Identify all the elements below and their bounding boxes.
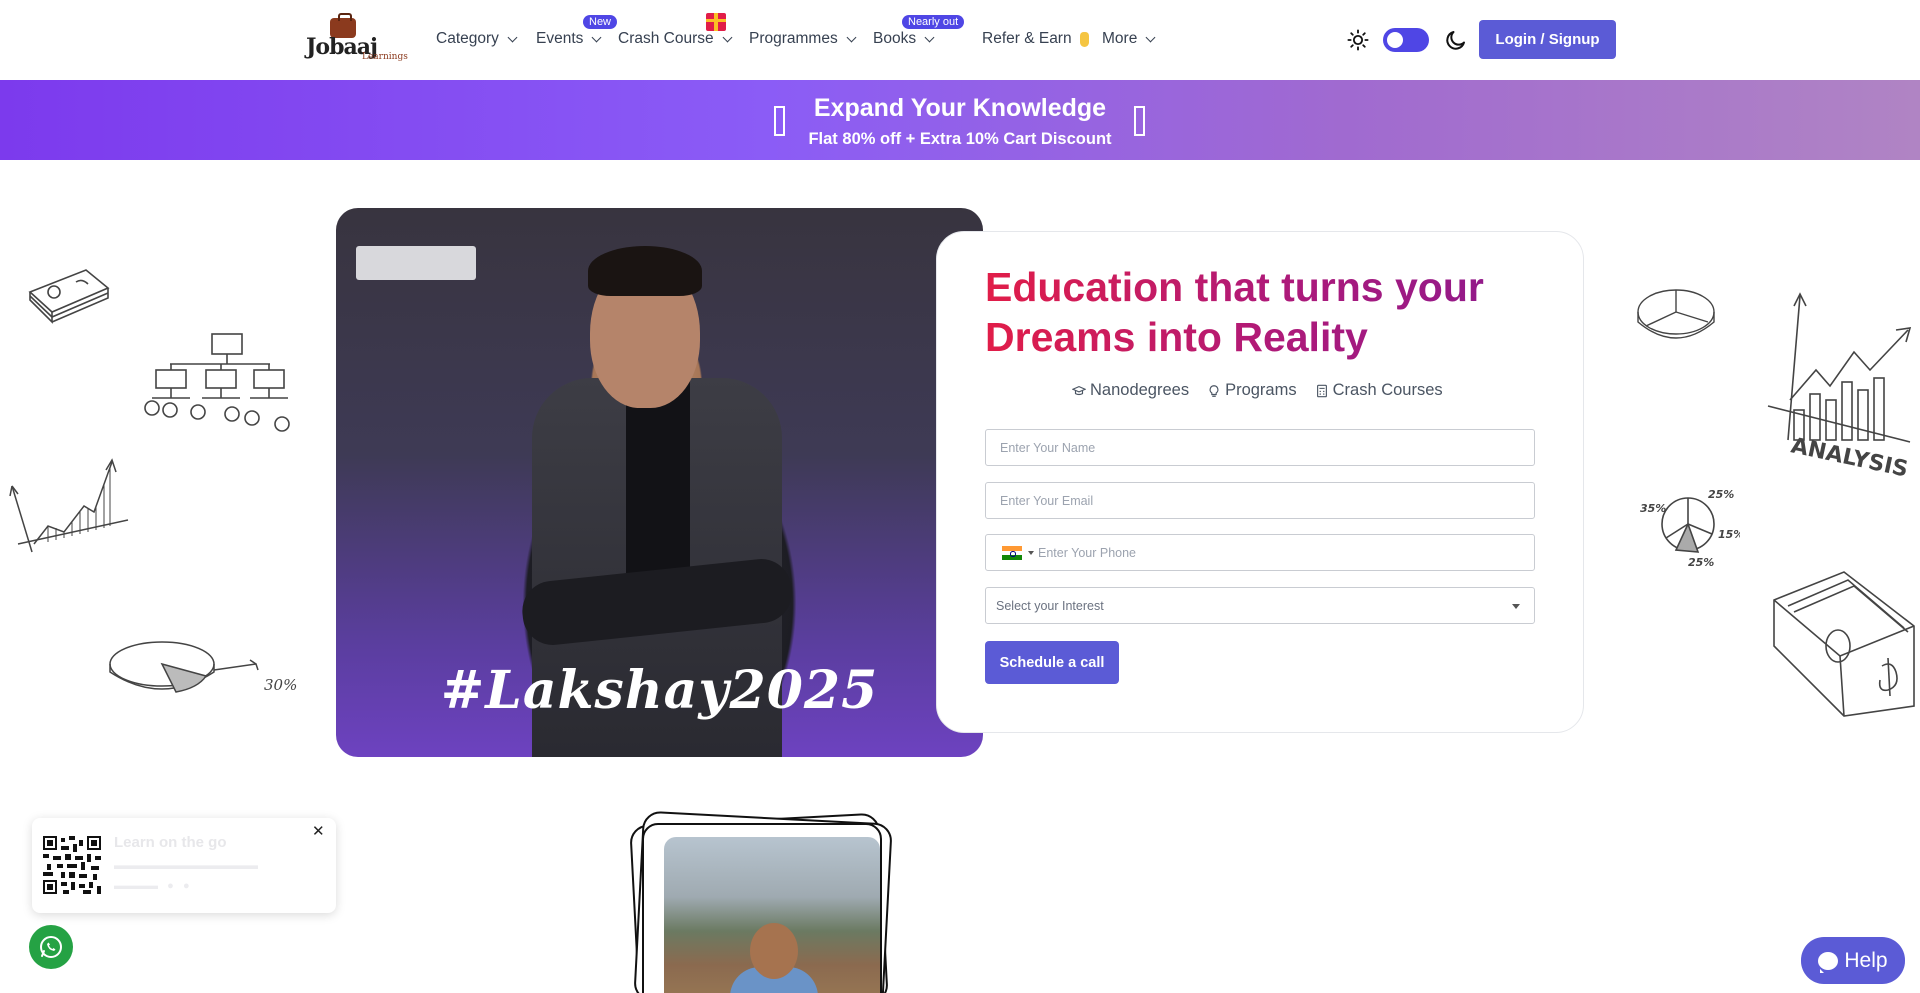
- help-button[interactable]: Help: [1801, 937, 1905, 984]
- chevron-down-icon: [507, 32, 518, 42]
- air-conditioner: [356, 246, 476, 280]
- student-photo: [664, 837, 880, 993]
- chevron-down-icon: [1512, 604, 1520, 609]
- gift-icon: [706, 13, 726, 31]
- org-chart-icon: [144, 333, 290, 432]
- person-hair: [588, 246, 702, 296]
- banner-title: Expand Your Knowledge: [813, 94, 1107, 122]
- pie-label-right: 15%: [1718, 528, 1740, 541]
- chevron-down-icon: [846, 32, 857, 42]
- offering-nanodegrees: Nanodegrees: [1072, 381, 1189, 400]
- phone-field[interactable]: [1038, 536, 1528, 569]
- chevron-down-icon: [1145, 32, 1156, 42]
- app-download-popup: Learn on the go ▬▬▬▬▬▬▬▬▬▬▬▬ ▬▬▬▬ ● ● ✕: [32, 818, 336, 913]
- nav-programmes[interactable]: Programmes: [749, 30, 857, 48]
- whatsapp-button[interactable]: [29, 925, 73, 969]
- student-face: [750, 923, 798, 979]
- phone-field-group: [985, 534, 1535, 571]
- chevron-down-icon: [924, 32, 935, 42]
- app-promo-title: Learn on the go: [114, 834, 227, 851]
- offering-programs: Programs: [1207, 381, 1297, 400]
- email-field[interactable]: [985, 482, 1535, 519]
- nav-category[interactable]: Category: [436, 30, 518, 48]
- calculator-icon: [1316, 384, 1327, 397]
- theme-toggle[interactable]: [1383, 28, 1429, 52]
- whatsapp-icon: [40, 936, 62, 958]
- country-caret-icon[interactable]: [1028, 551, 1034, 555]
- analysis-chart-icon: ANALYSIS: [1767, 292, 1912, 480]
- testimonial-photo-stack: [628, 810, 894, 993]
- toggle-knob: [1387, 32, 1403, 48]
- graduation-cap-icon: [1072, 385, 1086, 395]
- moon-icon[interactable]: [1444, 28, 1468, 52]
- pie-label-left: 35%: [1640, 502, 1666, 515]
- chevron-down-icon: [591, 32, 602, 42]
- growth-chart-icon: [9, 458, 129, 553]
- nav-events[interactable]: Events: [536, 30, 602, 48]
- offering-crash-courses: Crash Courses: [1315, 381, 1443, 400]
- wallet-icon: [1773, 571, 1915, 717]
- banner-next-icon[interactable]: [1134, 106, 1145, 136]
- hand-icon: [1079, 31, 1089, 47]
- close-icon[interactable]: ✕: [312, 822, 325, 840]
- pie-label-top: 25%: [1708, 488, 1734, 501]
- jobaaj-logo[interactable]: Jobaaj Learnings: [306, 13, 408, 64]
- nearly-out-badge: Nearly out: [902, 15, 965, 29]
- india-flag-icon[interactable]: [1002, 546, 1022, 560]
- lightbulb-icon: [1209, 384, 1219, 397]
- chat-bubble-icon: [1818, 951, 1839, 973]
- login-signup-button[interactable]: Login / Signup: [1479, 20, 1616, 59]
- thirty-percent-label: 30%: [264, 676, 297, 694]
- offerings-row: Nanodegrees Programs Crash Courses: [1072, 381, 1443, 400]
- hero-image: #Lakshay2025: [336, 208, 983, 757]
- new-badge: New: [583, 15, 618, 29]
- pie-30-percent-icon: 30%: [109, 641, 297, 694]
- app-promo-subtitle: ▬▬▬▬▬▬▬▬▬▬▬▬: [114, 858, 258, 872]
- qr-code-icon: [43, 836, 101, 894]
- app-store-links[interactable]: ▬▬▬▬ ● ●: [114, 880, 190, 892]
- interest-select[interactable]: Select your Interest: [985, 587, 1535, 624]
- nav-books[interactable]: Books: [873, 30, 935, 48]
- schedule-call-button[interactable]: Schedule a call: [985, 641, 1119, 684]
- pie-percent-icon: 25% 35% 15% 25%: [1640, 488, 1740, 569]
- sun-icon[interactable]: [1347, 29, 1369, 51]
- pie-3d-icon: [1637, 289, 1715, 339]
- pie-label-bottom: 25%: [1688, 556, 1714, 569]
- banner-subtitle: Flat 80% off + Extra 10% Cart Discount: [808, 130, 1112, 148]
- person-shirt: [626, 378, 690, 588]
- money-stack-icon: [28, 269, 110, 324]
- chevron-down-icon: [722, 32, 733, 42]
- hashtag-lakshay: #Lakshay2025: [440, 660, 879, 721]
- hero-headline: Education that turns your Dreams into Re…: [985, 262, 1545, 362]
- nav-crash-course[interactable]: Crash Course: [618, 30, 733, 48]
- name-field[interactable]: [985, 429, 1535, 466]
- nav-more[interactable]: More: [1102, 30, 1156, 48]
- nav-refer-earn[interactable]: Refer & Earn: [982, 30, 1089, 48]
- top-navbar: Jobaaj Learnings Category Events New Cra…: [0, 0, 1920, 80]
